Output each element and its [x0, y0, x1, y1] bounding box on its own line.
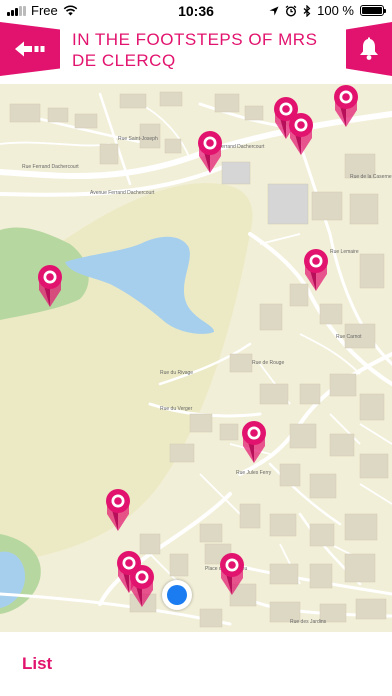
map-pin-icon[interactable]: [240, 420, 268, 464]
current-location-marker: [162, 580, 192, 610]
bluetooth-icon: [303, 4, 311, 17]
street-label: Rue de la Caserne: [350, 174, 392, 180]
bottom-bar: [0, 632, 392, 696]
street-label: Rue des Jardins: [290, 619, 327, 625]
status-right: 100 %: [269, 3, 386, 18]
street-label: Rue de Rouge: [252, 360, 285, 366]
notification-button[interactable]: [346, 22, 392, 76]
list-button[interactable]: List: [22, 654, 52, 674]
map-view[interactable]: Rue Saint-Joseph Rue Ferrand Dachercourt…: [0, 84, 392, 632]
street-label: Rue Ferrand Dachercourt: [22, 164, 79, 170]
bell-icon: [360, 37, 378, 60]
battery-icon: [360, 5, 386, 16]
alarm-icon: [285, 4, 297, 17]
map-pin-icon[interactable]: [104, 488, 132, 532]
map-pin-icon[interactable]: [36, 264, 64, 308]
street-label: Rue du Verger: [160, 406, 193, 412]
street-label: Rue Jules Ferry: [236, 470, 272, 476]
page-title: IN THE FOOTSTEPS OF MRS DE CLERCQ: [72, 30, 318, 70]
street-label: Rue Carnot: [336, 334, 362, 340]
status-bar: Free 10:36 100 %: [0, 0, 392, 22]
battery-percent: 100 %: [317, 3, 354, 18]
back-arrow-icon: [15, 41, 45, 57]
street-label: Rue Lemaire: [330, 249, 359, 255]
street-label: Avenue Ferrand Dachercourt: [90, 190, 155, 196]
map-pin-icon[interactable]: [128, 564, 156, 608]
back-button[interactable]: [0, 22, 60, 76]
street-label: Rue du Rivage: [160, 370, 194, 376]
street-label: Rue Saint-Joseph: [118, 136, 158, 142]
map-pin-icon[interactable]: [218, 552, 246, 596]
location-arrow-icon: [269, 6, 279, 15]
map-pin-icon[interactable]: [302, 248, 330, 292]
map-pin-icon[interactable]: [332, 84, 360, 128]
map-pin-icon[interactable]: [196, 130, 224, 174]
map-pin-icon[interactable]: [287, 112, 315, 156]
location-dot-icon: [167, 585, 187, 605]
